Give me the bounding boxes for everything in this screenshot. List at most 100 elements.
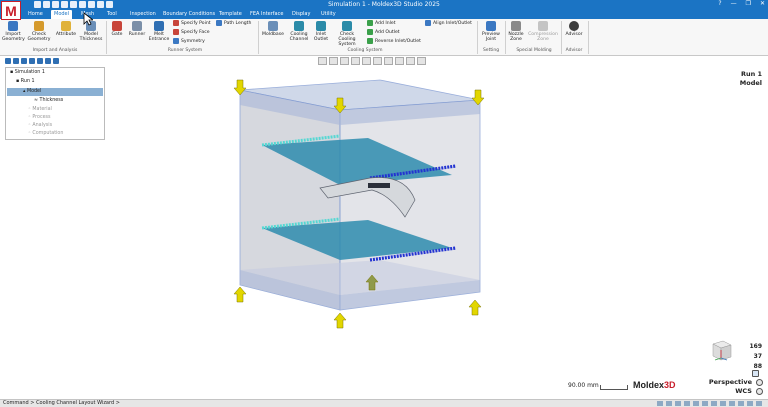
- preview-joint-button[interactable]: Preview Joint: [480, 21, 502, 42]
- pan-icon[interactable]: [329, 57, 338, 65]
- tree-mesh-icon[interactable]: [37, 58, 43, 64]
- moldbase-button[interactable]: Moldbase: [261, 21, 285, 37]
- add-outlet-button[interactable]: Add Outlet: [367, 29, 400, 35]
- tree-item-thickness[interactable]: ≈ Thickness: [34, 97, 63, 105]
- specify-point-label: Specify Point: [181, 20, 211, 26]
- model-3d-view[interactable]: [200, 70, 500, 335]
- unit-icon[interactable]: [711, 401, 717, 406]
- attribute-button[interactable]: Attribute: [55, 21, 77, 37]
- attribute-icon: [61, 21, 71, 31]
- rotate-icon[interactable]: [362, 57, 371, 65]
- cooling-channel-icon: [294, 21, 304, 31]
- display-mode-icon[interactable]: [384, 57, 393, 65]
- tree-collapse-icon[interactable]: [53, 58, 59, 64]
- display-icon[interactable]: [729, 401, 735, 406]
- fit-view-icon[interactable]: [351, 57, 360, 65]
- wcs-dropdown-icon[interactable]: [756, 388, 763, 395]
- snap-icon[interactable]: [666, 401, 672, 406]
- notification-icon[interactable]: [747, 401, 753, 406]
- reverse-inlet-outlet-button[interactable]: Reverse Inlet/Outlet: [367, 38, 421, 44]
- view-direction-icon[interactable]: [373, 57, 382, 65]
- specify-face-button[interactable]: Specify Face: [173, 29, 210, 35]
- tree-item-label: Thickness: [39, 98, 64, 103]
- tree-item-analysis[interactable]: ◦ Analysis: [28, 122, 52, 130]
- tree-item-run[interactable]: ▪ Run 1: [16, 78, 35, 86]
- inlet-outlet-button[interactable]: Inlet Outlet: [312, 21, 330, 42]
- nozzle-zone-button[interactable]: Nozzle Zone: [507, 21, 525, 42]
- tree-list-icon[interactable]: [5, 58, 11, 64]
- tree-item-label: Simulation 1: [14, 70, 45, 75]
- measure-icon[interactable]: [720, 401, 726, 406]
- coordinate-system[interactable]: WCS: [709, 387, 752, 396]
- tree-item-material[interactable]: ◦ Material: [28, 106, 52, 114]
- tab-utility[interactable]: Utility: [318, 10, 339, 19]
- more-tools-icon[interactable]: [417, 57, 426, 65]
- nozzle-zone-label: Nozzle Zone: [508, 32, 524, 42]
- tab-tool[interactable]: Tool: [104, 10, 120, 19]
- compression-zone-button[interactable]: Compression Zone: [527, 21, 559, 42]
- fullscreen-icon[interactable]: [756, 401, 762, 406]
- select-mode-icon[interactable]: [657, 401, 663, 406]
- command-line[interactable]: Command > Cooling Channel Layout Wizard …: [3, 400, 120, 407]
- path-length-button[interactable]: Path Length: [216, 20, 251, 26]
- tab-inspection[interactable]: Inspection: [127, 10, 159, 19]
- select-icon[interactable]: [318, 57, 327, 65]
- visibility-icon[interactable]: [406, 57, 415, 65]
- import-geometry-button[interactable]: Import Geometry: [2, 21, 25, 42]
- maximize-button[interactable]: ❐: [746, 0, 751, 7]
- layer-icon[interactable]: [684, 401, 690, 406]
- status-bar: Command > Cooling Channel Layout Wizard …: [0, 399, 768, 407]
- check-cooling-system-button[interactable]: Check Cooling System: [332, 21, 362, 47]
- tree-item-computation[interactable]: ◦ Computation: [28, 130, 63, 138]
- align-inlet-outlet-label: Align Inlet/Outlet: [433, 20, 472, 26]
- tree-item-label: Analysis: [32, 123, 53, 128]
- runner-button[interactable]: Runner: [127, 21, 147, 37]
- help-button[interactable]: ?: [718, 0, 721, 7]
- tree-table-icon[interactable]: [13, 58, 19, 64]
- grid-icon[interactable]: [675, 401, 681, 406]
- project-tree: ▪ Simulation 1 ▪ Run 1 ▴ Model ≈ Thickne…: [5, 67, 105, 140]
- align-inlet-outlet-icon: [425, 20, 431, 26]
- tab-template[interactable]: Template: [216, 10, 245, 19]
- tab-fea-interface[interactable]: FEA Interface: [247, 10, 286, 19]
- add-inlet-icon: [367, 20, 373, 26]
- clip-plane-icon[interactable]: [395, 57, 404, 65]
- coord-x: 169: [749, 343, 762, 350]
- check-geometry-button[interactable]: Check Geometry: [27, 21, 51, 42]
- tree-item-process[interactable]: ◦ Process: [28, 114, 51, 122]
- projection-mode[interactable]: Perspective: [709, 378, 752, 387]
- app-logo[interactable]: M: [1, 1, 21, 20]
- add-outlet-label: Add Outlet: [375, 29, 400, 35]
- gate-button[interactable]: Gate: [108, 21, 126, 37]
- align-inlet-outlet-button[interactable]: Align Inlet/Outlet: [425, 20, 472, 26]
- home-view-icon[interactable]: [752, 370, 759, 377]
- tree-item-simulation[interactable]: ▪ Simulation 1: [10, 69, 45, 77]
- cooling-channel-button[interactable]: Cooling Channel: [287, 21, 311, 42]
- check-cooling-system-label: Check Cooling System: [338, 32, 356, 47]
- tree-process-icon[interactable]: [29, 58, 35, 64]
- tab-boundary-conditions[interactable]: Boundary Conditions: [160, 10, 218, 19]
- window-title: Simulation 1 - Moldex3D Studio 2025: [328, 1, 440, 8]
- add-inlet-button[interactable]: Add Inlet: [367, 20, 396, 26]
- minimize-button[interactable]: —: [731, 0, 737, 7]
- tab-display[interactable]: Display: [289, 10, 313, 19]
- view-cube-icon[interactable]: [705, 336, 737, 366]
- tab-home[interactable]: Home: [25, 10, 46, 19]
- symmetry-icon: [173, 38, 179, 44]
- settings-icon[interactable]: [738, 401, 744, 406]
- melt-entrance-button[interactable]: Melt Entrance: [148, 21, 170, 42]
- view-icon[interactable]: [702, 401, 708, 406]
- projection-dropdown-icon[interactable]: [756, 379, 763, 386]
- tree-info-icon[interactable]: [45, 58, 51, 64]
- specify-point-button[interactable]: Specify Point: [173, 20, 211, 26]
- tree-item-model[interactable]: ▴ Model: [7, 88, 103, 96]
- tree-material-icon[interactable]: [21, 58, 27, 64]
- title-bar: Simulation 1 - Moldex3D Studio 2025 ? — …: [0, 0, 768, 9]
- filter-icon[interactable]: [693, 401, 699, 406]
- tab-model[interactable]: Model: [51, 10, 73, 19]
- zoom-icon[interactable]: [340, 57, 349, 65]
- advisor-button[interactable]: Advisor: [563, 21, 585, 37]
- symmetry-button[interactable]: Symmetry: [173, 38, 205, 44]
- cooling-channel-label: Cooling Channel: [289, 32, 309, 42]
- close-button[interactable]: ✕: [760, 0, 765, 7]
